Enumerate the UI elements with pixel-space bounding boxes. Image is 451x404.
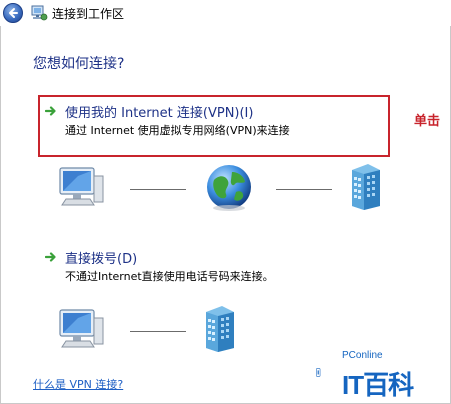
option-dialup[interactable]: 直接拨号(D) 不通过Internet直接使用电话号码来连接。 [45,248,385,288]
pconline-logo-icon [316,368,321,377]
connection-line [130,189,186,190]
server-icon [352,164,380,210]
back-arrow-icon[interactable] [3,3,23,23]
network-icon [30,4,48,22]
dialup-diagram [0,300,451,360]
option-dialup-title: 直接拨号(D) [65,252,138,267]
help-link-vpn[interactable]: 什么是 VPN 连接? [33,376,123,392]
watermark-main: IT百科 [342,370,414,400]
window-title: 连接到工作区 [52,7,125,21]
title-bar: 连接到工作区 [0,0,451,26]
option-vpn[interactable]: 使用我的 Internet 连接(VPN)(I) 通过 Internet 使用虚… [45,102,385,142]
computer-icon [59,309,104,348]
option-dialup-description: 不通过Internet直接使用电话号码来连接。 [65,270,274,283]
page-heading: 您想如何连接? [33,56,125,72]
annotation-click: 单击 [414,114,441,129]
option-vpn-title: 使用我的 Internet 连接(VPN)(I) [65,106,254,121]
connection-line [276,189,332,190]
connection-line [130,331,186,332]
server-icon [206,306,234,352]
green-arrow-icon [45,252,56,262]
watermark-sub: PConline [342,350,383,361]
computer-icon [59,167,104,206]
option-vpn-description: 通过 Internet 使用虚拟专用网络(VPN)来连接 [65,124,290,137]
globe-icon [207,165,251,211]
green-arrow-icon [45,106,56,116]
vpn-diagram [0,160,451,220]
